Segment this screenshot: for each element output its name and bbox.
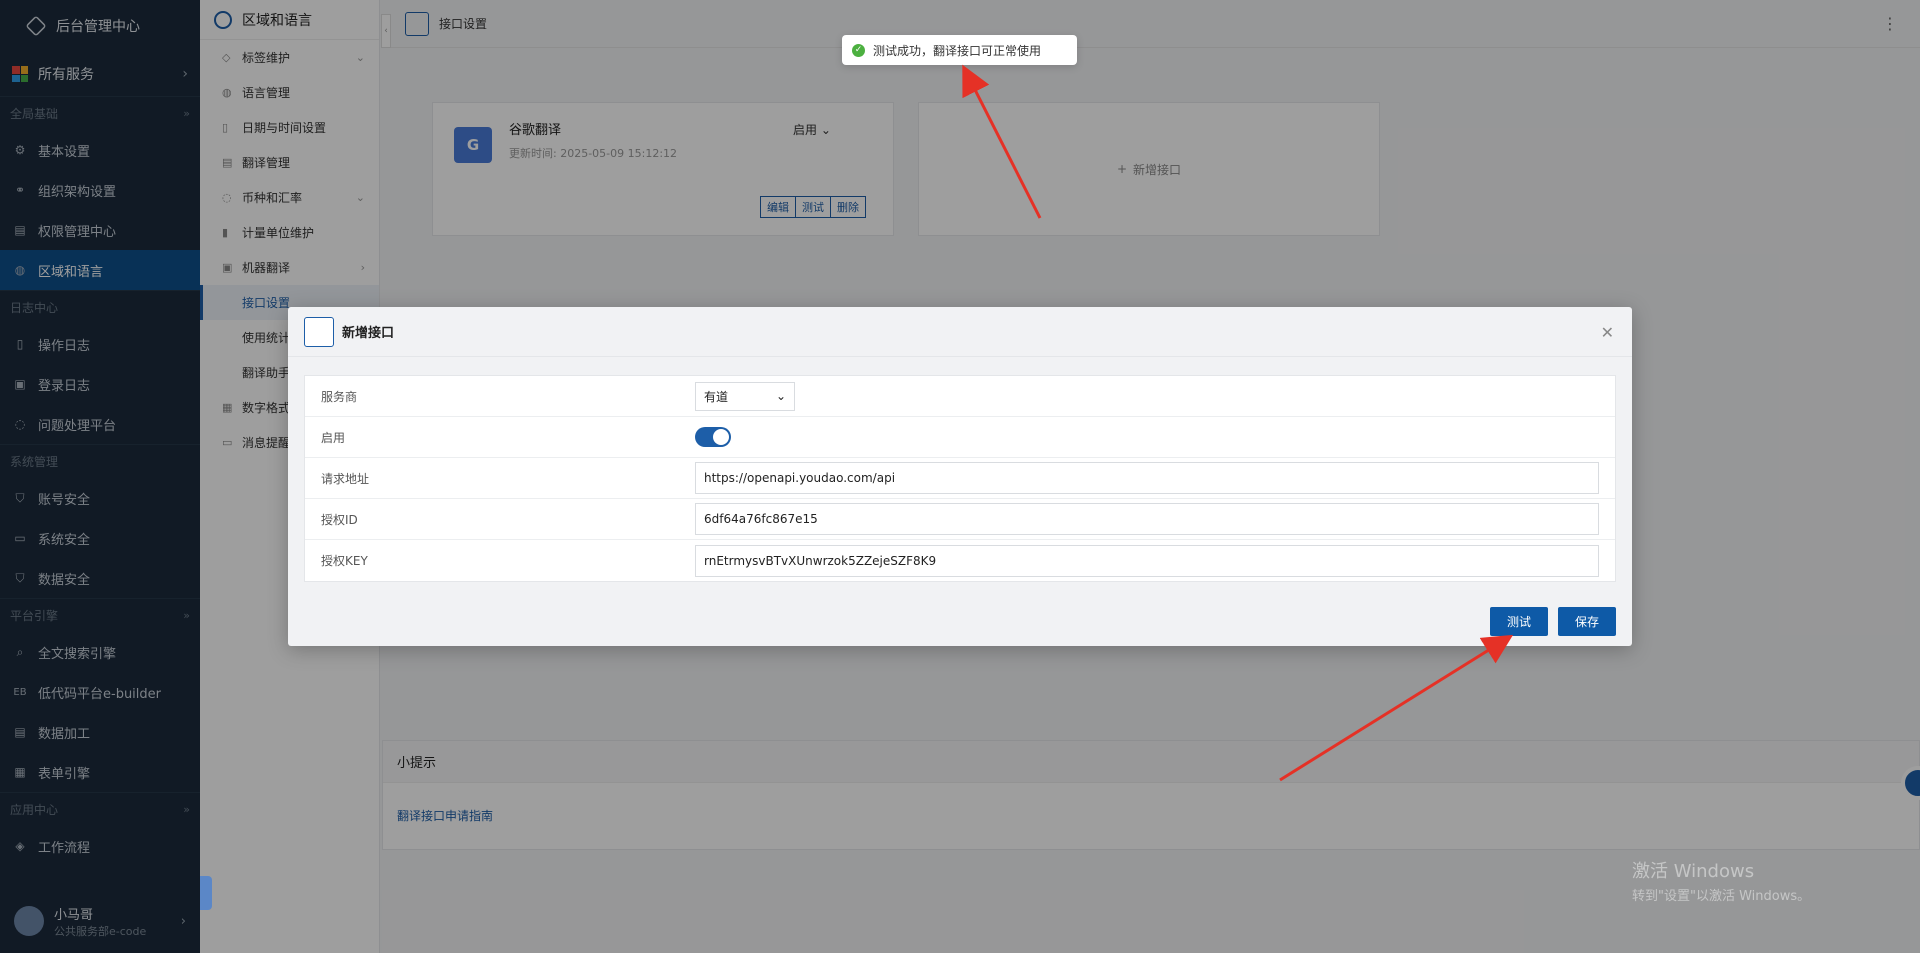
appid-label: 授权ID bbox=[321, 512, 358, 527]
test-button[interactable]: 测试 bbox=[1490, 607, 1548, 636]
form-row-key: 授权KEY rnEtrmysvBTvXUnwrzok5ZZejeSZF8K9 bbox=[305, 540, 1615, 581]
key-input[interactable]: rnEtrmysvBTvXUnwrzok5ZZejeSZF8K9 bbox=[695, 544, 1599, 577]
toast-message: 测试成功，翻译接口可正常使用 bbox=[873, 43, 1042, 58]
provider-value: 有道 bbox=[704, 389, 729, 404]
success-toast: ✓ 测试成功，翻译接口可正常使用 bbox=[842, 35, 1077, 65]
form-row-appid: 授权ID 6df64a76fc867e15 bbox=[305, 499, 1615, 540]
url-input[interactable]: https://openapi.youdao.com/api bbox=[695, 462, 1599, 494]
appid-input[interactable]: 6df64a76fc867e15 bbox=[695, 503, 1599, 535]
windows-activation-watermark: 激活 Windows 转到"设置"以激活 Windows。 bbox=[1632, 857, 1810, 904]
watermark-line1: 激活 Windows bbox=[1632, 861, 1755, 882]
save-button[interactable]: 保存 bbox=[1558, 607, 1616, 636]
enabled-label: 启用 bbox=[321, 430, 346, 445]
toggle-knob bbox=[713, 429, 729, 445]
chevron-down-icon: ⌄ bbox=[775, 389, 786, 403]
dialog-footer: 测试 保存 bbox=[1490, 607, 1616, 636]
sidebar-collapse-handle[interactable] bbox=[200, 876, 212, 910]
form-row-url: 请求地址 https://openapi.youdao.com/api bbox=[305, 458, 1615, 499]
check-circle-icon: ✓ bbox=[852, 43, 865, 57]
provider-select[interactable]: 有道 ⌄ bbox=[695, 381, 795, 411]
watermark-line2: 转到"设置"以激活 Windows。 bbox=[1632, 889, 1811, 904]
add-interface-dialog: 新增接口 ✕ 服务商 有道 ⌄ 启用 请求地址 https://openapi.y… bbox=[288, 307, 1632, 646]
key-label: 授权KEY bbox=[321, 554, 368, 568]
dialog-header: 新增接口 ✕ bbox=[288, 307, 1632, 357]
dialog-title: 新增接口 bbox=[342, 326, 395, 341]
form-row-enabled: 启用 bbox=[305, 417, 1615, 458]
close-icon[interactable]: ✕ bbox=[1601, 323, 1614, 342]
interface-form: 服务商 有道 ⌄ 启用 请求地址 https://openapi.youdao.c… bbox=[304, 375, 1616, 582]
form-row-provider: 服务商 有道 ⌄ bbox=[305, 376, 1615, 417]
cast-icon bbox=[304, 316, 334, 347]
provider-label: 服务商 bbox=[321, 389, 358, 404]
url-label: 请求地址 bbox=[321, 471, 370, 486]
enabled-toggle[interactable] bbox=[695, 427, 731, 447]
